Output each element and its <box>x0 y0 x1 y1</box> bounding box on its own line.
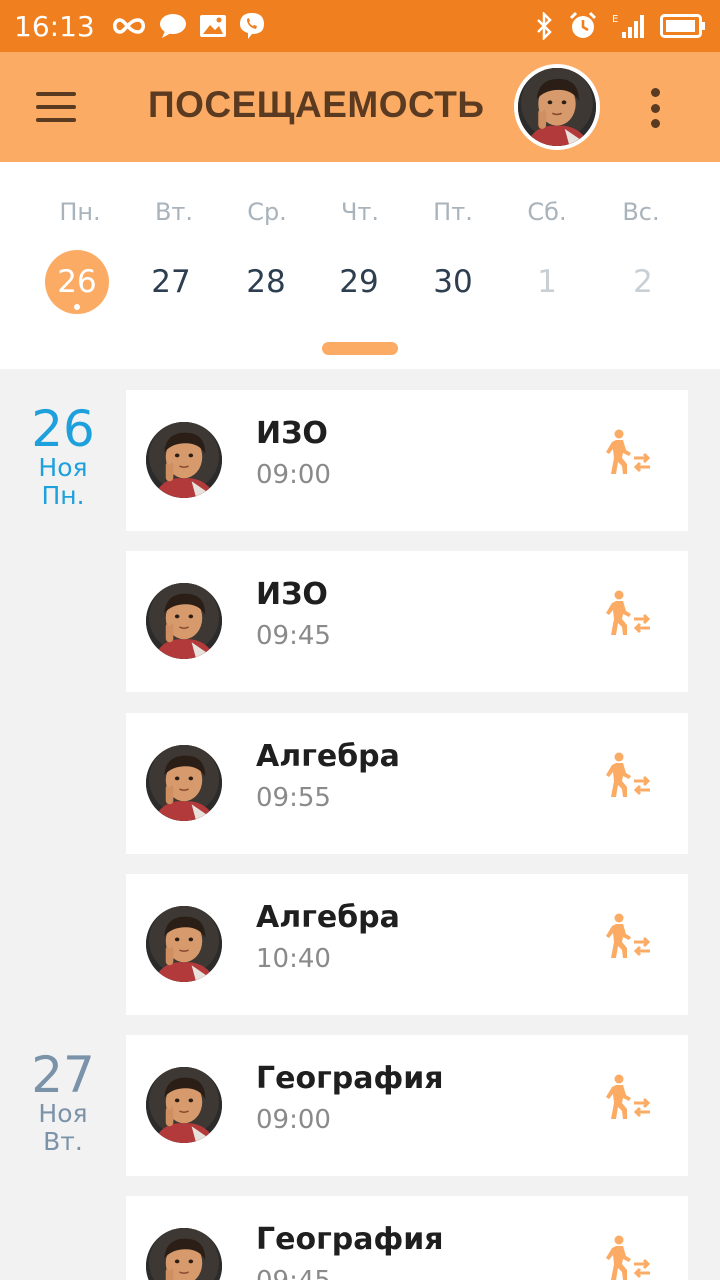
lesson-time: 10:40 <box>256 944 331 974</box>
day-26-selected[interactable]: 26 <box>30 250 124 314</box>
weekday-label: Вс. <box>622 198 660 226</box>
lesson-card[interactable]: Алгебра 10:40 <box>126 874 688 1015</box>
lesson-time: 09:45 <box>256 621 331 651</box>
lesson-subject: Алгебра <box>256 900 400 935</box>
infinity-icon <box>112 18 145 34</box>
avatar <box>146 745 222 821</box>
day-28[interactable]: 28 <box>219 250 313 314</box>
notification-icons <box>111 12 265 40</box>
weekday-label: Чт. <box>340 198 380 226</box>
lesson-subject: ИЗО <box>256 416 328 451</box>
attendance-walk-icon[interactable] <box>604 751 654 801</box>
avatar[interactable] <box>514 64 600 150</box>
lesson-subject: Алгебра <box>256 739 400 774</box>
group-month: Ноя <box>38 453 88 482</box>
attendance-walk-icon[interactable] <box>604 912 654 962</box>
lesson-card[interactable]: География 09:45 <box>126 1196 688 1280</box>
day-number: 26 <box>57 264 97 300</box>
date-group-label: 26 Ноя Пн. <box>0 404 126 510</box>
hamburger-menu-icon[interactable] <box>30 86 82 128</box>
avatar <box>146 1067 222 1143</box>
bluetooth-icon <box>537 12 552 40</box>
lesson-time: 09:00 <box>256 1105 331 1135</box>
avatar <box>146 1228 222 1280</box>
week-strip: Пн. Вт. Ср. Чт. Пт. Сб. Вс. 26 27 28 29 … <box>0 162 720 369</box>
battery-icon <box>660 14 705 38</box>
weekday-label: Сб. <box>527 198 567 226</box>
lesson-time: 09:45 <box>256 1266 331 1280</box>
lesson-subject: География <box>256 1222 444 1257</box>
viber-icon <box>239 13 264 39</box>
weekday-label: Пт. <box>433 198 473 226</box>
signal-icon: E <box>612 14 644 38</box>
lesson-card[interactable]: ИЗО 09:45 <box>126 551 688 692</box>
weekday-label: Вт. <box>154 198 194 226</box>
day-29[interactable]: 29 <box>312 250 406 314</box>
status-time: 16:13 <box>14 9 95 43</box>
alarm-icon <box>569 11 597 38</box>
more-vertical-icon[interactable] <box>640 88 670 128</box>
group-weekday: Пн. <box>41 481 85 510</box>
day-1[interactable]: 1 <box>500 250 594 314</box>
avatar <box>146 906 222 982</box>
group-day: 26 <box>31 400 95 458</box>
lesson-card[interactable]: География 09:00 <box>126 1035 688 1176</box>
attendance-walk-icon[interactable] <box>604 1234 654 1280</box>
weekday-label: Пн. <box>59 198 101 226</box>
status-bar: 16:13 E <box>0 0 720 52</box>
avatar <box>146 583 222 659</box>
group-day: 27 <box>31 1046 95 1104</box>
attendance-walk-icon[interactable] <box>604 428 654 478</box>
chat-bubble-icon <box>159 14 186 38</box>
attendance-walk-icon[interactable] <box>604 589 654 639</box>
event-dot <box>74 304 80 310</box>
lesson-time: 09:55 <box>256 783 331 813</box>
app-bar: ПОСЕЩАЕМОСТЬ <box>0 52 720 162</box>
attendance-walk-icon[interactable] <box>604 1073 654 1123</box>
day-30[interactable]: 30 <box>406 250 500 314</box>
expand-handle[interactable] <box>322 342 398 355</box>
lesson-card[interactable]: Алгебра 09:55 <box>126 713 688 854</box>
weekday-label: Ср. <box>247 198 287 226</box>
system-icons: E <box>534 11 706 41</box>
page-title: ПОСЕЩАЕМОСТЬ <box>148 84 485 125</box>
svg-text:E: E <box>612 14 618 25</box>
lesson-card[interactable]: ИЗО 09:00 <box>126 390 688 531</box>
date-group-label: 27 Ноя Вт. <box>0 1050 126 1156</box>
image-icon <box>199 15 226 37</box>
avatar <box>146 422 222 498</box>
lesson-time: 09:00 <box>256 460 331 490</box>
group-weekday: Вт. <box>43 1127 83 1156</box>
group-month: Ноя <box>38 1099 88 1128</box>
lesson-subject: География <box>256 1061 444 1096</box>
lesson-subject: ИЗО <box>256 577 328 612</box>
day-2[interactable]: 2 <box>596 250 690 314</box>
day-27[interactable]: 27 <box>124 250 218 314</box>
